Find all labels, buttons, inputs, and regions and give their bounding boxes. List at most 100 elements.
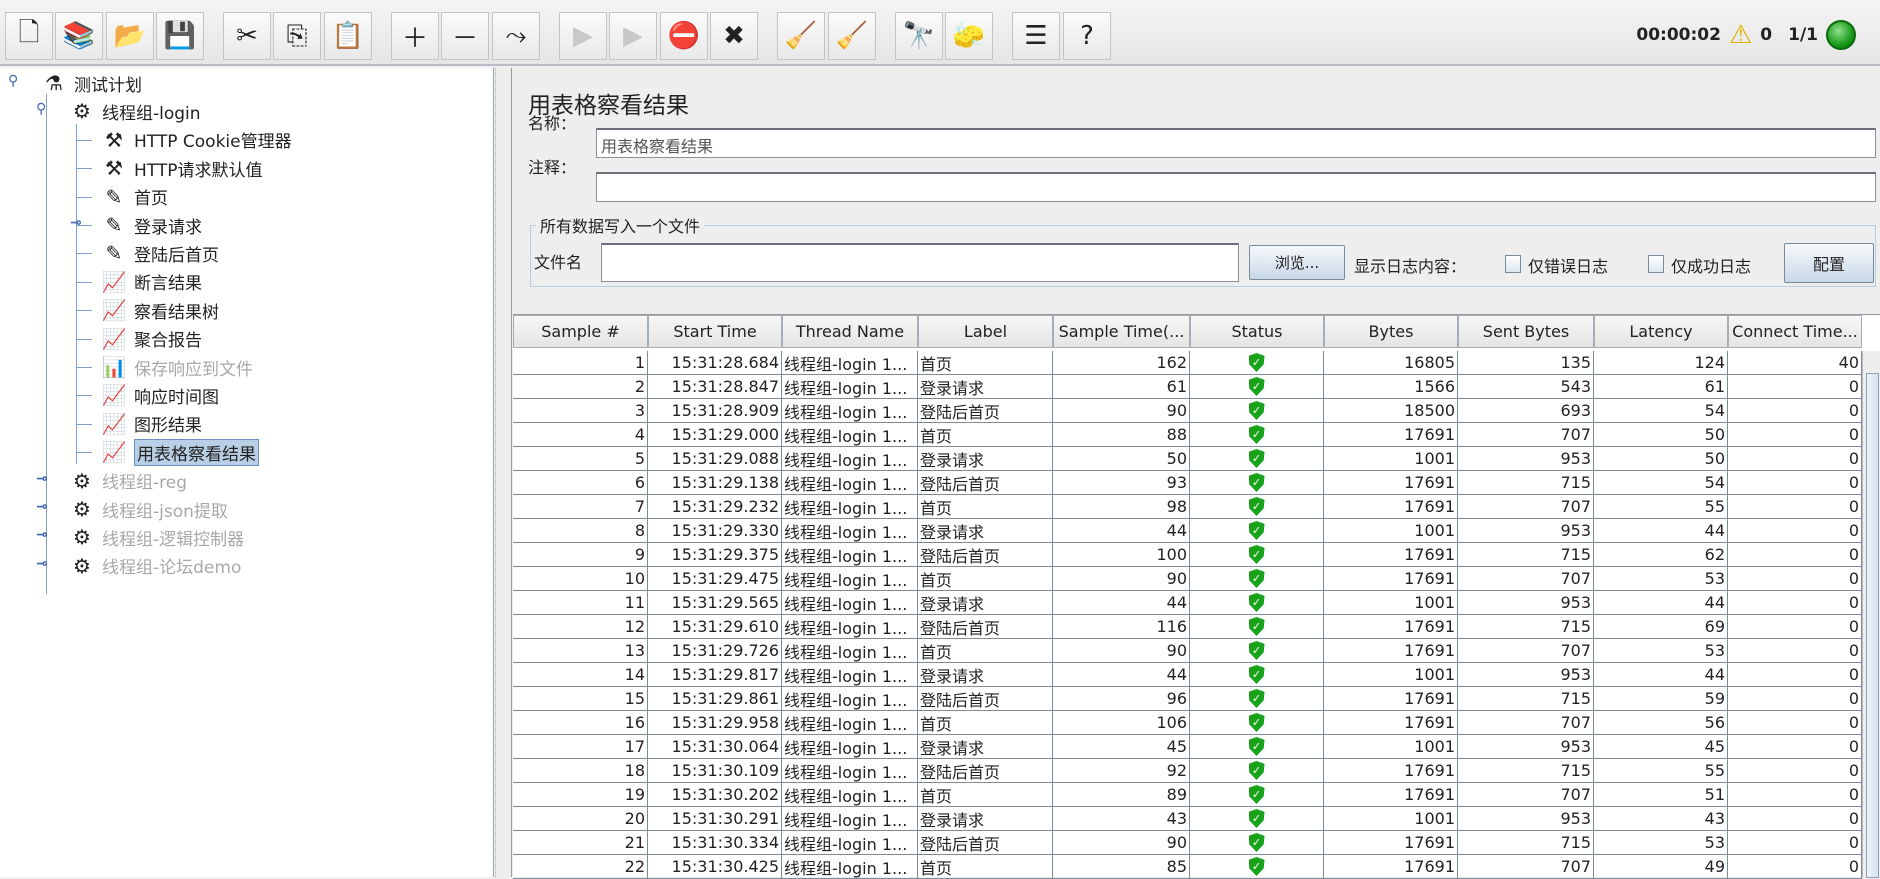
- table-cell: 40: [1728, 351, 1862, 375]
- column-header[interactable]: Thread Name: [782, 315, 918, 348]
- tree-node[interactable]: ⚙ 线程组-json提取: [68, 496, 228, 522]
- table-row[interactable]: 4 15:31:29.000 线程组-login 1... 首页 88 ✓ 17691 707…: [513, 423, 1862, 447]
- table-cell: 96: [1053, 687, 1190, 711]
- column-header[interactable]: Bytes: [1324, 315, 1458, 348]
- success-shield-icon: ✓: [1248, 761, 1265, 780]
- warning-icon[interactable]: ⚠: [1729, 20, 1752, 50]
- column-header[interactable]: Start Time: [648, 315, 782, 348]
- column-header[interactable]: Sample Time(...: [1053, 315, 1190, 348]
- table-row[interactable]: 22 15:31:30.425 线程组-login 1... 首页 85 ✓ 17691 70…: [513, 855, 1862, 879]
- table-cell: 17691: [1324, 495, 1458, 519]
- tree-node[interactable]: ⚙ 线程组-login: [68, 98, 201, 124]
- paste-button[interactable]: 📋: [324, 12, 372, 60]
- clear-all-button[interactable]: 🧹: [828, 12, 876, 60]
- configure-button[interactable]: 配置: [1784, 243, 1874, 283]
- vertical-scrollbar[interactable]: [1862, 351, 1880, 878]
- table-row[interactable]: 1 15:31:28.684 线程组-login 1... 首页 162 ✓ 16805 13…: [513, 351, 1862, 375]
- collapse-handle-icon[interactable]: ⚲: [8, 73, 18, 89]
- errors-only-checkbox[interactable]: [1505, 255, 1521, 273]
- table-row[interactable]: 6 15:31:29.138 线程组-login 1... 登陆后首页 93 ✓ 17691…: [513, 471, 1862, 495]
- clear-button[interactable]: 🧹: [777, 12, 825, 60]
- expand-handle-icon[interactable]: ⊸: [70, 215, 82, 231]
- expand-handle-icon[interactable]: ⊸: [36, 527, 48, 543]
- table-row[interactable]: 21 15:31:30.334 线程组-login 1... 登陆后首页 90 ✓ 1769…: [513, 831, 1862, 855]
- comment-input[interactable]: [596, 172, 1876, 202]
- tree-node[interactable]: 📈 用表格察看结果: [100, 438, 259, 466]
- chart-disabled-icon: 📊: [101, 355, 127, 379]
- table-row[interactable]: 11 15:31:29.565 线程组-login 1... 登录请求 44 ✓ 1001 9…: [513, 591, 1862, 615]
- tree-node[interactable]: ⚙ 线程组-reg: [68, 468, 187, 494]
- tree-node[interactable]: 📈 断言结果: [100, 269, 202, 295]
- tree-node[interactable]: ⚗ 测试计划: [40, 70, 142, 96]
- success-only-checkbox[interactable]: [1648, 255, 1664, 273]
- browse-button[interactable]: 浏览...: [1249, 245, 1345, 280]
- column-header[interactable]: Sent Bytes: [1458, 315, 1594, 348]
- column-header[interactable]: Label: [918, 315, 1053, 348]
- shutdown-button[interactable]: ✖: [710, 12, 758, 60]
- table-row[interactable]: 20 15:31:30.291 线程组-login 1... 登录请求 43 ✓ 1001 9…: [513, 807, 1862, 831]
- table-row[interactable]: 14 15:31:29.817 线程组-login 1... 登录请求 44 ✓ 1001 9…: [513, 663, 1862, 687]
- expand-handle-icon[interactable]: ⊸: [36, 471, 48, 487]
- collapse-button[interactable]: －: [441, 12, 489, 60]
- name-input[interactable]: 用表格察看结果: [596, 128, 1876, 158]
- templates-button[interactable]: 📚: [55, 12, 103, 60]
- expand-handle-icon[interactable]: ⊸: [36, 556, 48, 572]
- copy-button[interactable]: ⎘: [273, 12, 321, 60]
- scrollbar-thumb[interactable]: [1866, 373, 1879, 878]
- help-button[interactable]: ?: [1063, 12, 1111, 60]
- tree-node[interactable]: 📊 保存响应到文件: [100, 354, 253, 380]
- table-cell: 707: [1458, 783, 1594, 807]
- start-button[interactable]: ▶: [559, 12, 607, 60]
- search-binoculars-button[interactable]: 🔭: [895, 12, 943, 60]
- tree-node[interactable]: ⚙ 线程组-论坛demo: [68, 553, 241, 579]
- table-row[interactable]: 18 15:31:30.109 线程组-login 1... 登陆后首页 92 ✓ 1769…: [513, 759, 1862, 783]
- table-row[interactable]: 13 15:31:29.726 线程组-login 1... 首页 90 ✓ 17691 70…: [513, 639, 1862, 663]
- table-row[interactable]: 16 15:31:29.958 线程组-login 1... 首页 106 ✓ 17691 7…: [513, 711, 1862, 735]
- tree-node[interactable]: 📈 响应时间图: [100, 382, 219, 408]
- table-row[interactable]: 5 15:31:29.088 线程组-login 1... 登录请求 50 ✓ 1001 95…: [513, 447, 1862, 471]
- new-button[interactable]: 🗋: [5, 12, 53, 60]
- filename-input[interactable]: [601, 243, 1239, 282]
- expand-handle-icon[interactable]: ⊸: [36, 499, 48, 515]
- open-button[interactable]: 📂: [106, 12, 154, 60]
- save-button[interactable]: 💾: [156, 12, 204, 60]
- gear-icon: ⚙: [73, 553, 91, 578]
- tree-node[interactable]: ✎ 登录请求: [100, 212, 202, 238]
- table-row[interactable]: 7 15:31:29.232 线程组-login 1... 首页 98 ✓ 17691 707…: [513, 495, 1862, 519]
- split-pane-divider[interactable]: [495, 68, 512, 877]
- expand-button[interactable]: ＋: [391, 12, 439, 60]
- column-header[interactable]: Latency: [1594, 315, 1728, 348]
- tree-node[interactable]: 📈 图形结果: [100, 411, 202, 437]
- column-header[interactable]: Connect Time...: [1728, 315, 1862, 348]
- tree-node[interactable]: ✎ 登陆后首页: [100, 240, 219, 266]
- table-row[interactable]: 12 15:31:29.610 线程组-login 1... 登陆后首页 116 ✓ 176…: [513, 615, 1862, 639]
- table-row[interactable]: 19 15:31:30.202 线程组-login 1... 首页 89 ✓ 17691 70…: [513, 783, 1862, 807]
- cut-button[interactable]: ✂: [223, 12, 271, 60]
- table-row[interactable]: 3 15:31:28.909 线程组-login 1... 登陆后首页 90 ✓ 18500…: [513, 399, 1862, 423]
- tree-node[interactable]: ⚙ 线程组-逻辑控制器: [68, 524, 244, 550]
- table-row[interactable]: 15 15:31:29.861 线程组-login 1... 登陆后首页 96 ✓ 1769…: [513, 687, 1862, 711]
- table-cell: 登陆后首页: [918, 759, 1053, 783]
- table-cell: 15:31:29.330: [648, 519, 782, 543]
- tree-node[interactable]: ✎ 首页: [100, 184, 168, 210]
- table-row[interactable]: 17 15:31:30.064 线程组-login 1... 登录请求 45 ✓ 1001 9…: [513, 735, 1862, 759]
- column-header[interactable]: Sample #: [513, 315, 648, 348]
- table-row[interactable]: 9 15:31:29.375 线程组-login 1... 登陆后首页 100 ✓ 1769…: [513, 543, 1862, 567]
- tree-node[interactable]: 📈 察看结果树: [100, 297, 219, 323]
- test-plan-tree[interactable]: ⚗ 测试计划 ⚲ ⚙ 线程组-login ⚲ ⚒ HTTP Cookie管理器 ⚒ HTTP请求默…: [0, 68, 494, 877]
- table-row[interactable]: 10 15:31:29.475 线程组-login 1... 首页 90 ✓ 17691 70…: [513, 567, 1862, 591]
- tree-node[interactable]: 📈 聚合报告: [100, 326, 202, 352]
- collapse-handle-icon[interactable]: ⚲: [36, 101, 46, 117]
- column-header[interactable]: Status: [1190, 315, 1324, 348]
- toggle-button[interactable]: ⤳: [492, 12, 540, 60]
- stop-button[interactable]: ⛔: [660, 12, 708, 60]
- paste-icon: 📋: [331, 21, 365, 51]
- tree-node[interactable]: ⚒ HTTP请求默认值: [100, 155, 262, 181]
- tree-node[interactable]: ⚒ HTTP Cookie管理器: [100, 127, 292, 153]
- start-no-pause-button[interactable]: ▶: [609, 12, 657, 60]
- table-cell: ✓: [1190, 831, 1324, 855]
- table-row[interactable]: 2 15:31:28.847 线程组-login 1... 登录请求 61 ✓ 1566 54…: [513, 375, 1862, 399]
- function-helper-button[interactable]: ☰: [1012, 12, 1060, 60]
- reset-search-button[interactable]: 🧽: [945, 12, 993, 60]
- table-row[interactable]: 8 15:31:29.330 线程组-login 1... 登录请求 44 ✓ 1001 95…: [513, 519, 1862, 543]
